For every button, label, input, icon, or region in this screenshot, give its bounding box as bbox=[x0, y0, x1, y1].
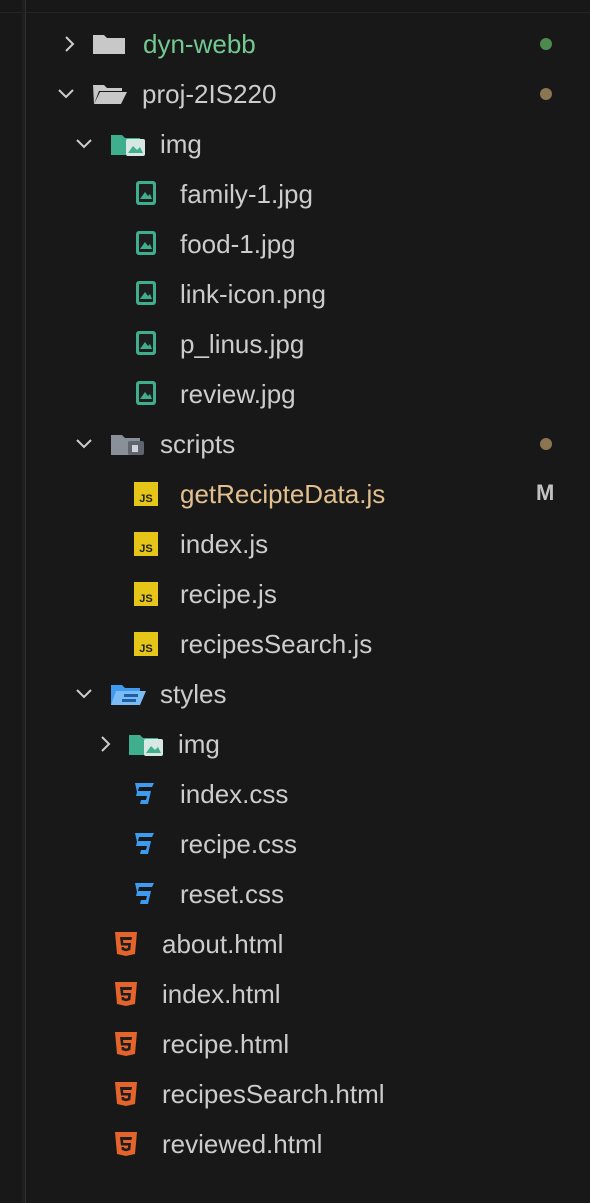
tree-item-recipe-js[interactable]: JS recipe.js bbox=[0, 569, 590, 619]
tree-item-family-1-jpg[interactable]: family-1.jpg bbox=[0, 169, 590, 219]
html-file-icon bbox=[114, 1081, 138, 1107]
file-explorer-tree: dyn-webb proj-2IS220 img family-1.jpg fo… bbox=[0, 0, 590, 1203]
tree-item-label: index.css bbox=[180, 779, 289, 809]
folder-open-icon bbox=[92, 83, 128, 105]
svg-text:JS: JS bbox=[139, 543, 152, 555]
tree-item-index-html[interactable]: index.html bbox=[0, 969, 590, 1019]
tree-item-food-1-jpg[interactable]: food-1.jpg bbox=[0, 219, 590, 269]
javascript-file-icon: JS bbox=[134, 532, 158, 556]
image-file-icon bbox=[135, 280, 157, 306]
svg-text:JS: JS bbox=[139, 493, 152, 505]
image-file-icon bbox=[135, 330, 157, 356]
tree-item-label: review.jpg bbox=[180, 379, 296, 409]
git-status-dot bbox=[540, 38, 552, 50]
chevron-down-icon[interactable] bbox=[56, 84, 76, 104]
tree-item-about-html[interactable]: about.html bbox=[0, 919, 590, 969]
tree-item-label: p_linus.jpg bbox=[180, 329, 305, 359]
tree-item-recipesSearch-js[interactable]: JS recipesSearch.js bbox=[0, 619, 590, 669]
image-file-icon bbox=[135, 380, 157, 406]
tree-item-label: recipesSearch.js bbox=[180, 629, 373, 659]
tree-item-label: recipe.html bbox=[162, 1029, 290, 1059]
javascript-file-icon: JS bbox=[134, 582, 158, 606]
tree-item-label: link-icon.png bbox=[180, 279, 326, 309]
html-file-icon bbox=[114, 1031, 138, 1057]
tree-item-recipesSearch-html[interactable]: recipesSearch.html bbox=[0, 1069, 590, 1119]
tree-item-label: reviewed.html bbox=[162, 1129, 323, 1159]
tree-item-label: proj-2IS220 bbox=[142, 79, 277, 109]
tree-item-label: family-1.jpg bbox=[180, 179, 313, 209]
css-file-icon bbox=[132, 831, 156, 857]
tree-item-recipe-css[interactable]: recipe.css bbox=[0, 819, 590, 869]
chevron-down-icon[interactable] bbox=[74, 434, 94, 454]
svg-text:JS: JS bbox=[139, 593, 152, 605]
tree-item-p-linus-jpg[interactable]: p_linus.jpg bbox=[0, 319, 590, 369]
tree-item-label: recipe.css bbox=[180, 829, 298, 859]
folder-icon bbox=[92, 33, 128, 55]
tree-item-label: scripts bbox=[160, 429, 236, 459]
tree-item-label: about.html bbox=[162, 929, 284, 959]
tree-item-styles-img[interactable]: img bbox=[0, 719, 590, 769]
tree-item-recipe-html[interactable]: recipe.html bbox=[0, 1019, 590, 1069]
tree-item-getRecipteData-js[interactable]: JS getRecipteData.js M bbox=[0, 469, 590, 519]
tree-item-dyn-webb[interactable]: dyn-webb bbox=[0, 19, 590, 69]
tree-item-label: index.html bbox=[162, 979, 281, 1009]
tree-item-scripts[interactable]: scripts bbox=[0, 419, 590, 469]
tree-item-proj-2IS220[interactable]: proj-2IS220 bbox=[0, 69, 590, 119]
tree-item-reset-css[interactable]: reset.css bbox=[0, 869, 590, 919]
chevron-right-icon[interactable] bbox=[96, 734, 116, 754]
tree-item-styles[interactable]: styles bbox=[0, 669, 590, 719]
tree-item-index-js[interactable]: JS index.js bbox=[0, 519, 590, 569]
tree-item-index-css[interactable]: index.css bbox=[0, 769, 590, 819]
scripts-folder-icon bbox=[110, 431, 148, 457]
html-file-icon bbox=[114, 931, 138, 957]
html-file-icon bbox=[114, 981, 138, 1007]
tree-item-label: img bbox=[178, 729, 220, 759]
tree-item-label: recipesSearch.html bbox=[162, 1079, 385, 1109]
svg-text:JS: JS bbox=[139, 643, 152, 655]
javascript-file-icon: JS bbox=[134, 632, 158, 656]
tree-item-reviewed-html[interactable]: reviewed.html bbox=[0, 1119, 590, 1169]
tree-item-link-icon-png[interactable]: link-icon.png bbox=[0, 269, 590, 319]
tree-item-label: recipe.js bbox=[180, 579, 277, 609]
html-file-icon bbox=[114, 1131, 138, 1157]
chevron-right-icon[interactable] bbox=[60, 34, 80, 54]
tree-item-label: img bbox=[160, 129, 202, 159]
tree-item-label: index.js bbox=[180, 529, 269, 559]
git-status-dot bbox=[540, 438, 552, 450]
image-folder-icon bbox=[110, 131, 148, 157]
chevron-down-icon[interactable] bbox=[74, 684, 94, 704]
tree-item-label: reset.css bbox=[180, 879, 285, 909]
tree-item-img[interactable]: img bbox=[0, 119, 590, 169]
tree-item-label: styles bbox=[160, 679, 227, 709]
git-modified-badge: M bbox=[536, 480, 555, 505]
image-file-icon bbox=[135, 180, 157, 206]
chevron-down-icon[interactable] bbox=[74, 134, 94, 154]
tree-item-label: food-1.jpg bbox=[180, 229, 296, 259]
tree-item-label: getRecipteData.js bbox=[180, 479, 386, 509]
javascript-file-icon: JS bbox=[134, 482, 158, 506]
image-folder-icon bbox=[128, 731, 166, 757]
image-file-icon bbox=[135, 230, 157, 256]
css-file-icon bbox=[132, 781, 156, 807]
tree-item-review-jpg[interactable]: review.jpg bbox=[0, 369, 590, 419]
git-status-dot bbox=[540, 88, 552, 100]
styles-folder-icon bbox=[110, 681, 148, 707]
css-file-icon bbox=[132, 881, 156, 907]
tree-item-label: dyn-webb bbox=[143, 29, 256, 59]
